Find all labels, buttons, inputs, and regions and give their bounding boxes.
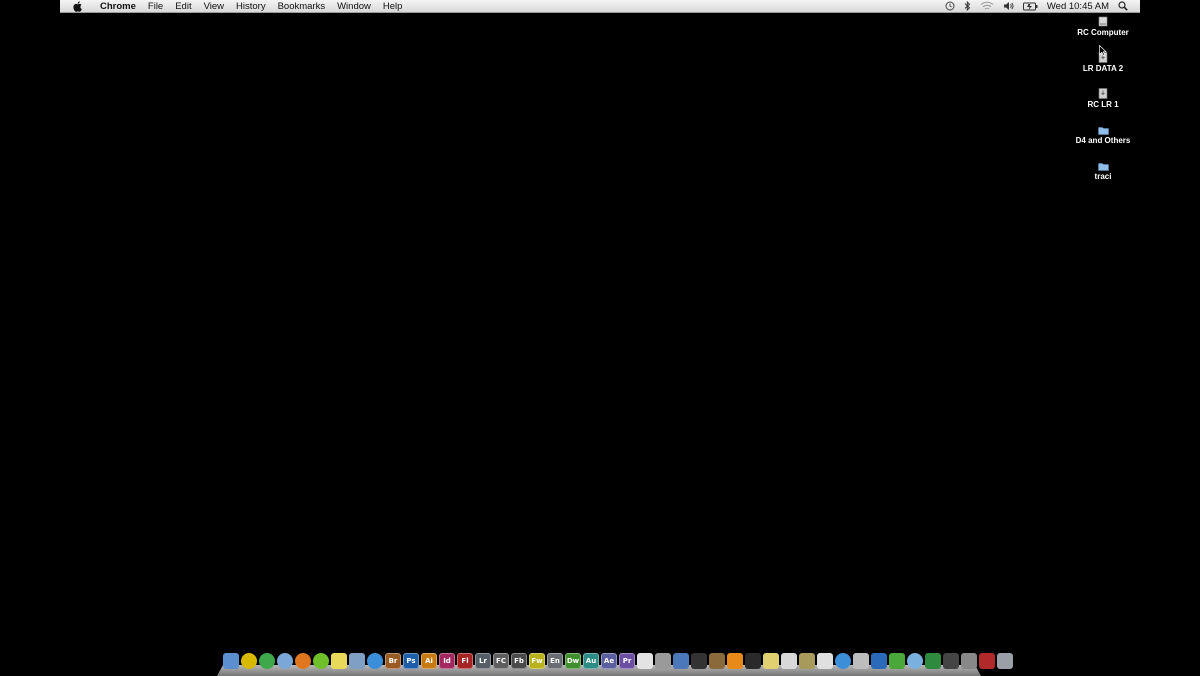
wifi-icon[interactable] [980, 1, 994, 11]
dock-item-audition-icon[interactable]: Au [583, 653, 599, 669]
battery-icon[interactable] [1022, 2, 1038, 11]
dock-item-stickies-icon[interactable] [763, 653, 779, 669]
dock-item-trash-icon[interactable] [997, 653, 1013, 669]
dock-item-network-icon[interactable] [907, 653, 923, 669]
folder-icon [1097, 160, 1109, 171]
dock-item-address-book-icon[interactable] [655, 653, 671, 669]
bluetooth-icon[interactable] [964, 1, 971, 11]
dock-item-finder-icon[interactable] [223, 653, 239, 669]
menu-clock[interactable]: Wed 10:45 AM [1047, 1, 1109, 12]
dock-item-image-capture-icon[interactable] [673, 653, 689, 669]
dock-item-quicktime-icon[interactable] [367, 653, 383, 669]
dock-item-spotify-icon[interactable] [313, 653, 329, 669]
dock-item-acrobat-icon[interactable] [637, 653, 653, 669]
dock-item-premiere-icon[interactable]: Pr [619, 653, 635, 669]
dock-item-indesign-icon[interactable]: Id [439, 653, 455, 669]
menu-bar: Chrome File Edit View History Bookmarks … [60, 0, 1140, 13]
desktop-icon-label: RC LR 1 [1087, 100, 1119, 109]
menu-help[interactable]: Help [377, 0, 409, 13]
menu-bookmarks[interactable]: Bookmarks [272, 0, 332, 13]
dock-item-iphone-config-icon[interactable] [691, 653, 707, 669]
dock-item-illustrator-icon[interactable]: Ai [421, 653, 437, 669]
menu-history[interactable]: History [230, 0, 272, 13]
desktop-icon-label: D4 and Others [1075, 136, 1131, 145]
dock-item-display-icon[interactable] [943, 653, 959, 669]
dock-item-firefox-icon[interactable] [295, 653, 311, 669]
desktop-icon-label: traci [1094, 172, 1112, 181]
dock-item-flash-catalyst-icon[interactable]: FC [493, 653, 509, 669]
spotlight-icon[interactable] [1118, 1, 1128, 11]
dock-item-photoshop-icon[interactable]: Ps [403, 653, 419, 669]
dock-item-fireworks-icon[interactable]: Fw [529, 653, 545, 669]
menu-file[interactable]: File [142, 0, 169, 13]
dock-item-vlc-icon[interactable] [727, 653, 743, 669]
dock-item-wacom-icon[interactable] [871, 653, 887, 669]
dock-item-chrome-icon[interactable] [259, 653, 275, 669]
desktop-icon-traci[interactable]: traci [1063, 160, 1143, 182]
apple-menu-icon[interactable] [60, 0, 94, 12]
dock-item-flash-builder-icon[interactable]: Fb [511, 653, 527, 669]
dock-item-brush-icon[interactable] [925, 653, 941, 669]
dock-item-dreamweaver-icon[interactable]: Dw [565, 653, 581, 669]
dock-item-encore-icon[interactable]: En [547, 653, 563, 669]
dock-item-photo-booth-icon[interactable] [979, 653, 995, 669]
dock-item-safari-icon[interactable] [277, 653, 293, 669]
mouse-cursor-icon [1099, 43, 1107, 61]
dock-item-notes-icon[interactable] [331, 653, 347, 669]
desktop-icon-d4-and-others[interactable]: D4 and Others [1063, 124, 1143, 146]
desktop-icon-rc-lr-1[interactable]: RC LR 1 [1063, 88, 1143, 110]
dock-item-after-effects-icon[interactable]: Ae [601, 653, 617, 669]
dock-item-quicksilver-icon[interactable] [241, 653, 257, 669]
dock-item-calendar-icon[interactable] [781, 653, 797, 669]
desktop-icon-label: LR DATA 2 [1082, 64, 1124, 73]
dock-item-textedit-icon[interactable] [817, 653, 833, 669]
time-machine-icon[interactable] [945, 1, 955, 11]
dock-item-bridge-icon[interactable]: Br [385, 653, 401, 669]
dock-item-utility-icon[interactable] [853, 653, 869, 669]
dock-item-automator-icon[interactable] [709, 653, 725, 669]
dock-item-lightroom-icon[interactable]: Lr [475, 653, 491, 669]
dock-item-crossover-icon[interactable] [889, 653, 905, 669]
hard-drive-icon [1098, 16, 1108, 27]
desktop-icon-rc-computer[interactable]: RC Computer [1063, 16, 1143, 38]
desktop-icon-label: RC Computer [1077, 28, 1129, 37]
dock-item-app-store-icon[interactable] [835, 653, 851, 669]
menu-edit[interactable]: Edit [169, 0, 197, 13]
dock-item-window-app-icon[interactable] [961, 653, 977, 669]
volume-icon[interactable] [1003, 1, 1014, 11]
dock-item-preview-icon[interactable] [349, 653, 365, 669]
menu-window[interactable]: Window [331, 0, 377, 13]
dock-item-terminal-icon[interactable] [745, 653, 761, 669]
dock-item-script-editor-icon[interactable] [799, 653, 815, 669]
menu-view[interactable]: View [198, 0, 230, 13]
external-drive-icon [1098, 88, 1108, 99]
menu-app-chrome[interactable]: Chrome [94, 0, 142, 13]
dock-icons: Br Ps Ai Id Fl Lr FC Fb Fw En Dw Au Ae Pr [223, 653, 1013, 669]
folder-icon [1097, 124, 1109, 135]
dock: Br Ps Ai Id Fl Lr FC Fb Fw En Dw Au Ae Pr [217, 652, 1013, 676]
dock-item-flash-icon[interactable]: Fl [457, 653, 473, 669]
